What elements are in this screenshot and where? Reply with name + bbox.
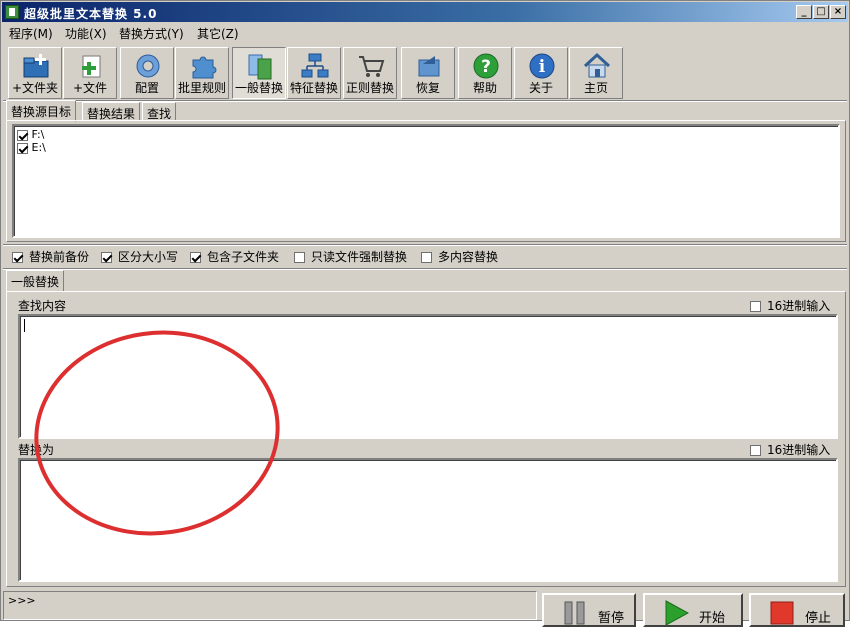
- general-replace-icon: [248, 54, 272, 80]
- start-label: 开始: [699, 611, 726, 626]
- tab-find[interactable]: 查找: [142, 102, 177, 121]
- toolbar: +文件夹 +文件 配置 批里规则 一般替换 特征替换 正则替换 恢复 ? 帮助 …: [3, 43, 847, 99]
- tab-source-targets[interactable]: 替换源目标: [6, 100, 77, 122]
- replace-hex-checkbox[interactable]: [750, 445, 761, 456]
- play-icon: [665, 600, 689, 626]
- help-button[interactable]: ? 帮助: [458, 47, 512, 99]
- add-file-icon: [82, 55, 101, 78]
- menu-bar: 程序(M) 功能(X) 替换方式(Y) 其它(Z): [3, 23, 847, 42]
- regex-replace-label: 正则替换: [345, 81, 394, 95]
- force-readonly-checkbox[interactable]: [294, 252, 305, 263]
- homepage-label: 主页: [583, 81, 608, 95]
- restore-button[interactable]: 恢复: [401, 47, 455, 99]
- feature-replace-button[interactable]: 特征替换: [287, 47, 341, 99]
- status-text: >>>: [8, 594, 36, 607]
- option-case-sensitive[interactable]: 区分大小写: [101, 248, 178, 264]
- add-folder-icon: [23, 54, 49, 78]
- source-path: F:\: [31, 128, 45, 141]
- batch-rules-label: 批里规则: [177, 81, 226, 95]
- restore-label: 恢复: [415, 81, 440, 95]
- menu-other[interactable]: 其它(Z): [197, 25, 239, 42]
- menu-replace-mode[interactable]: 替换方式(Y): [119, 25, 184, 42]
- app-icon: [5, 5, 19, 19]
- stop-icon: [770, 601, 794, 625]
- minimize-button[interactable]: _: [796, 5, 812, 19]
- list-item[interactable]: F:\: [17, 128, 44, 142]
- multi-content-label: 多内容替换: [438, 250, 499, 264]
- svg-text:?: ?: [481, 57, 491, 77]
- regex-replace-button[interactable]: 正则替换: [343, 47, 397, 99]
- batch-rules-button[interactable]: 批里规则: [175, 47, 229, 99]
- option-multi-content[interactable]: 多内容替换: [421, 248, 498, 264]
- find-hex-label: 16进制输入: [767, 299, 831, 313]
- case-sensitive-checkbox[interactable]: [101, 252, 112, 263]
- cart-icon: [359, 56, 385, 77]
- help-label: 帮助: [472, 81, 497, 95]
- replace-hex-option[interactable]: 16进制输入: [750, 441, 830, 458]
- multi-content-checkbox[interactable]: [421, 252, 432, 263]
- title-bar: 超级批里文本替换 5.0 _ □ ×: [2, 2, 848, 22]
- options-divider-bottom: [3, 268, 847, 270]
- source-list[interactable]: F:\ E:\: [12, 124, 840, 238]
- homepage-button[interactable]: 主页: [569, 47, 623, 99]
- add-folder-label: +文件夹: [11, 81, 59, 95]
- find-hex-option[interactable]: 16进制输入: [750, 297, 830, 314]
- options-divider-top: [3, 244, 847, 246]
- include-subfolders-label: 包含子文件夹: [207, 250, 280, 264]
- stop-button[interactable]: 停止: [749, 593, 845, 627]
- svg-text:i: i: [539, 57, 546, 77]
- about-button[interactable]: i 关于: [514, 47, 568, 99]
- main-window: 超级批里文本替换 5.0 _ □ × 程序(M) 功能(X) 替换方式(Y) 其…: [0, 0, 850, 627]
- start-button[interactable]: 开始: [643, 593, 743, 627]
- config-button[interactable]: 配置: [120, 47, 174, 99]
- maximize-button[interactable]: □: [813, 5, 829, 19]
- pause-icon: [564, 601, 585, 625]
- pause-button[interactable]: 暂停: [542, 593, 636, 627]
- include-subfolders-checkbox[interactable]: [190, 252, 201, 263]
- add-folder-button[interactable]: +文件夹: [8, 47, 62, 99]
- case-sensitive-label: 区分大小写: [118, 250, 179, 264]
- puzzle-icon: [192, 56, 217, 79]
- source-checkbox-f[interactable]: [17, 129, 28, 141]
- menu-function[interactable]: 功能(X): [65, 25, 107, 42]
- replace-hex-label: 16进制输入: [767, 443, 831, 457]
- help-icon: ?: [473, 53, 499, 79]
- backup-checkbox[interactable]: [12, 252, 23, 263]
- text-caret: [24, 319, 25, 332]
- network-icon: [301, 53, 329, 78]
- window-title: 超级批里文本替换 5.0: [24, 7, 158, 21]
- backup-label: 替换前备份: [29, 250, 90, 264]
- option-include-subfolders[interactable]: 包含子文件夹: [190, 248, 279, 264]
- info-icon: i: [529, 53, 555, 79]
- source-checkbox-e[interactable]: [17, 142, 28, 154]
- add-file-label: +文件: [72, 81, 108, 95]
- tab-replace-results[interactable]: 替换结果: [82, 102, 141, 121]
- pause-label: 暂停: [598, 611, 625, 626]
- close-button[interactable]: ×: [830, 5, 846, 19]
- general-replace-label: 一般替换: [234, 81, 283, 95]
- restore-icon: [418, 56, 440, 77]
- feature-replace-label: 特征替换: [289, 81, 338, 95]
- option-force-readonly[interactable]: 只读文件强制替换: [294, 248, 407, 264]
- tab-general-replace[interactable]: 一般替换: [6, 270, 65, 292]
- add-file-button[interactable]: +文件: [63, 47, 117, 99]
- status-bar: >>>: [3, 591, 537, 620]
- menu-program[interactable]: 程序(M): [9, 25, 53, 42]
- source-path: E:\: [31, 141, 46, 154]
- force-readonly-label: 只读文件强制替换: [311, 250, 408, 264]
- find-hex-checkbox[interactable]: [750, 301, 761, 312]
- general-replace-button[interactable]: 一般替换: [232, 47, 286, 99]
- find-label: 查找内容: [18, 299, 67, 313]
- stop-label: 停止: [805, 611, 832, 626]
- option-backup[interactable]: 替换前备份: [12, 248, 89, 264]
- home-icon: [583, 52, 611, 78]
- list-item[interactable]: E:\: [17, 141, 46, 155]
- config-gear-icon: [136, 54, 160, 78]
- config-label: 配置: [134, 81, 159, 95]
- about-label: 关于: [528, 81, 553, 95]
